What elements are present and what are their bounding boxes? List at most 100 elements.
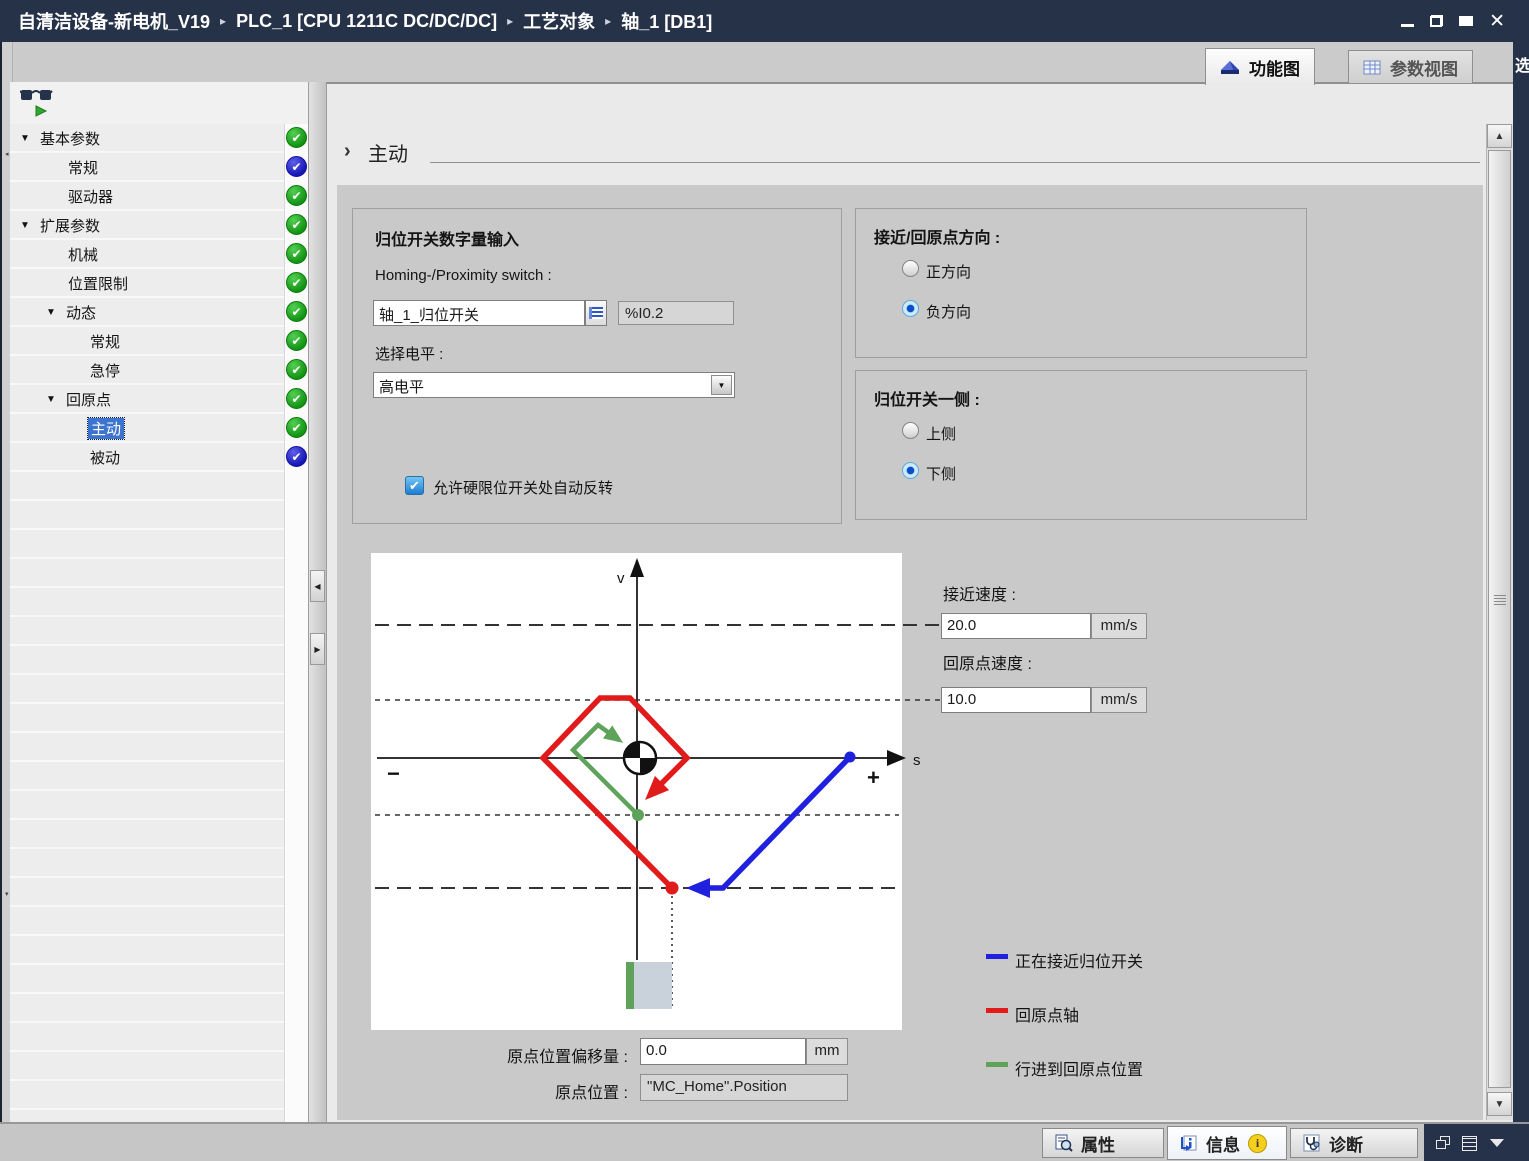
positive-direction-label[interactable]: 正方向: [926, 261, 971, 282]
collapse-arrow-icon[interactable]: ▼: [20, 133, 30, 144]
nav-item-drive[interactable]: 驱动器 ✔: [10, 182, 308, 211]
collapse-arrow-icon[interactable]: ▼: [46, 394, 56, 405]
legend-travel-label: 行进到回原点位置: [1015, 1056, 1143, 1080]
nav-item-emergency-stop[interactable]: 急停 ✔: [10, 356, 308, 385]
auto-reverse-checkbox[interactable]: ✔: [405, 476, 424, 495]
tab-parameter-view[interactable]: 参数视图: [1348, 50, 1473, 84]
nav-item-mechanics[interactable]: 机械 ✔: [10, 240, 308, 269]
tab-info-label: 信息: [1206, 1131, 1240, 1156]
close-button[interactable]: ✕: [1489, 12, 1505, 31]
nav-item-dynamics[interactable]: ▼ 动态 ✔: [10, 298, 308, 327]
nav-item-basic-params[interactable]: ▼ 基本参数 ✔: [10, 124, 308, 153]
breadcrumb-project[interactable]: 自清洁设备-新电机_V19: [18, 8, 210, 34]
nav-item-general-dynamics[interactable]: 常规 ✔: [10, 327, 308, 356]
positive-direction-radio[interactable]: [902, 260, 919, 277]
collapse-arrow-icon[interactable]: ▼: [20, 220, 30, 231]
breadcrumb-plc[interactable]: PLC_1 [CPU 1211C DC/DC/DC]: [236, 11, 497, 32]
approach-start-point: [845, 752, 856, 763]
nav-item-label: 动态: [66, 302, 96, 323]
homing-switch-input[interactable]: 轴_1_归位开关: [373, 300, 585, 326]
negative-direction-radio[interactable]: [902, 300, 919, 317]
tab-properties[interactable]: 属性: [1042, 1128, 1164, 1158]
collapse-arrow-icon[interactable]: ▼: [46, 307, 56, 318]
scroll-down-button[interactable]: ▼: [1487, 1092, 1512, 1116]
approach-speed-unit: mm/s: [1091, 613, 1147, 639]
tab-parameter-view-label: 参数视图: [1390, 55, 1458, 80]
nav-item-label: 常规: [90, 331, 120, 352]
homing-speed-unit: mm/s: [1091, 687, 1147, 713]
homing-speed-label: 回原点速度 :: [943, 650, 1032, 674]
section-rule: [430, 162, 1480, 163]
s-axis-label: s: [913, 752, 921, 769]
nav-item-label: 位置限制: [68, 273, 128, 294]
switch-label: Homing-/Proximity switch :: [375, 267, 552, 284]
nav-item-homing[interactable]: ▼ 回原点 ✔: [10, 385, 308, 414]
lower-side-radio[interactable]: [902, 462, 919, 479]
float-windows-icon[interactable]: [1436, 1136, 1450, 1149]
approach-speed-input[interactable]: 20.0: [941, 613, 1091, 639]
nav-item-label: 被动: [90, 447, 120, 468]
level-select[interactable]: 高电平 ▼: [373, 372, 735, 398]
nav-item-label: 机械: [68, 244, 98, 265]
title-bar: 自清洁设备-新电机_V19 ▸ PLC_1 [CPU 1211C DC/DC/D…: [0, 0, 1529, 42]
group-title: 归位开关数字量输入: [375, 226, 519, 250]
collapse-pane-icon[interactable]: [1490, 1139, 1504, 1147]
status-ok-icon: ✔: [286, 214, 307, 235]
legend-homing-label: 回原点轴: [1015, 1002, 1079, 1026]
info-icon: [1180, 1134, 1198, 1152]
tab-function-view-label: 功能图: [1249, 55, 1300, 80]
function-view-icon: [1220, 60, 1240, 75]
nav-item-position-limits[interactable]: 位置限制 ✔: [10, 269, 308, 298]
breadcrumb-tech-objects[interactable]: 工艺对象: [523, 8, 595, 34]
tab-info[interactable]: 信息 i: [1167, 1126, 1287, 1160]
upper-side-radio[interactable]: [902, 422, 919, 439]
tab-diagnostics[interactable]: 诊断: [1290, 1128, 1418, 1158]
nav-item-active-homing[interactable]: 主动 ✔: [10, 414, 308, 443]
list-view-icon[interactable]: [1462, 1136, 1477, 1151]
dropdown-button[interactable]: ▼: [711, 375, 732, 395]
switch-detect-point: [666, 882, 679, 895]
play-icon[interactable]: [34, 105, 48, 117]
homing-diagram: v s − +: [371, 553, 943, 1031]
home-reference-point: [632, 809, 644, 821]
home-offset-input[interactable]: 0.0: [640, 1038, 806, 1065]
maximize-button[interactable]: [1459, 16, 1473, 26]
auto-reverse-label[interactable]: 允许硬限位开关处自动反转: [433, 477, 613, 498]
tab-properties-label: 属性: [1081, 1131, 1115, 1156]
nav-item-passive-homing[interactable]: 被动 ✔: [10, 443, 308, 472]
legend-travel-swatch: [986, 1062, 1008, 1067]
lower-side-label[interactable]: 下侧: [926, 463, 956, 484]
status-ok-icon: ✔: [286, 330, 307, 351]
nav-item-general-basic[interactable]: 常规 ✔: [10, 153, 308, 182]
tia-portal-window: 自清洁设备-新电机_V19 ▸ PLC_1 [CPU 1211C DC/DC/D…: [0, 0, 1529, 1161]
vertical-scrollbar[interactable]: ▲ ▼: [1486, 124, 1513, 1120]
nav-splitter[interactable]: ◀ ▶: [308, 82, 327, 1122]
scrollbar-thumb[interactable]: [1488, 150, 1511, 1088]
expand-right-button[interactable]: ▶: [310, 633, 325, 665]
navigation-panel: ▼ 基本参数 ✔ 常规 ✔ 驱动器 ✔ ▼ 扩展参数 ✔ 机械 ✔ 位置限制 ✔…: [10, 82, 308, 1122]
tag-browse-button[interactable]: [585, 300, 607, 326]
collapse-left-button[interactable]: ◀: [310, 570, 325, 602]
section-title: 主动: [368, 138, 408, 167]
legend-homing-swatch: [986, 1008, 1008, 1013]
status-ok-icon: ✔: [286, 185, 307, 206]
status-ok-icon: ✔: [286, 388, 307, 409]
glasses-icon[interactable]: [20, 87, 54, 103]
breadcrumb-axis-db[interactable]: 轴_1 [DB1]: [621, 8, 712, 34]
upper-side-label[interactable]: 上侧: [926, 423, 956, 444]
window-controls: ✕: [1401, 0, 1505, 42]
restore-button[interactable]: [1430, 15, 1443, 27]
nav-item-label: 基本参数: [40, 128, 100, 149]
group-title: 接近/回原点方向 :: [874, 224, 1000, 248]
nav-item-extended-params[interactable]: ▼ 扩展参数 ✔: [10, 211, 308, 240]
section-chevron-icon: ›: [344, 140, 351, 163]
homing-speed-input[interactable]: 10.0: [941, 687, 1091, 713]
tab-function-view[interactable]: 功能图: [1205, 48, 1315, 85]
minimize-button[interactable]: [1401, 24, 1414, 27]
scroll-up-button[interactable]: ▲: [1487, 124, 1512, 148]
negative-direction-label[interactable]: 负方向: [926, 301, 971, 322]
right-taskcard-strip[interactable]: 选: [1513, 0, 1529, 1161]
status-ok-icon: ✔: [286, 301, 307, 322]
breadcrumb: 自清洁设备-新电机_V19 ▸ PLC_1 [CPU 1211C DC/DC/D…: [0, 8, 712, 34]
nav-toolbar: [20, 87, 80, 123]
